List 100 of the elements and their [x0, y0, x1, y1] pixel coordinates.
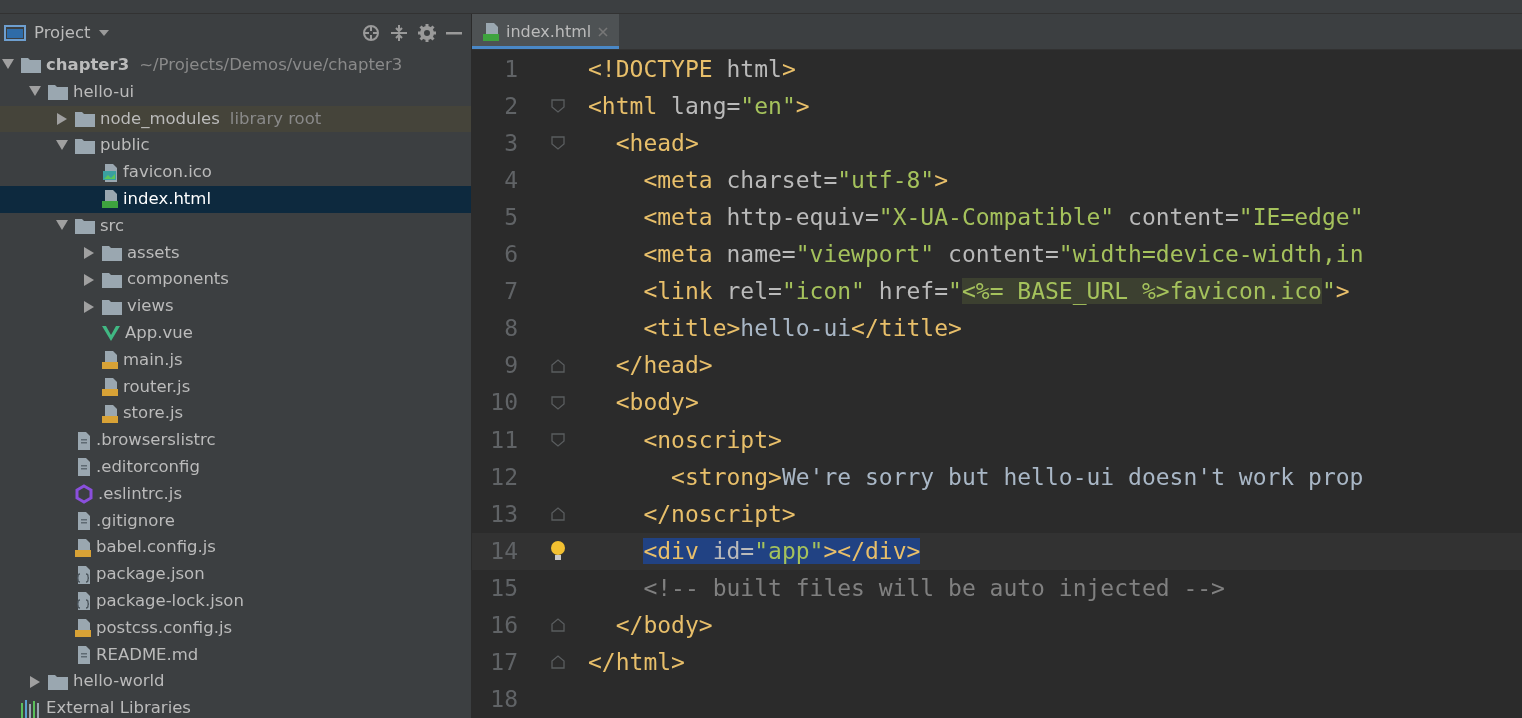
tree-label: components: [127, 268, 229, 291]
tree-label: assets: [127, 241, 180, 264]
tree-label: App.vue: [125, 322, 193, 344]
code-line: </noscript>: [642, 499, 796, 529]
panel-title[interactable]: Project: [34, 20, 91, 46]
folder-icon: [20, 56, 42, 75]
collapsed-arrow-icon: [83, 299, 95, 314]
line-number: 4: [503, 165, 519, 195]
folder-icon: [101, 270, 123, 289]
tree-item[interactable]: hello-ui: [0, 78, 471, 106]
tree-label: store.js: [123, 402, 184, 425]
tree-label: .gitignore: [96, 509, 175, 532]
tree-item[interactable]: package-lock.json: [0, 587, 471, 615]
line-number: 17: [489, 648, 519, 678]
code-line: <meta name="viewport" content="width=device-width,in: [642, 240, 1364, 270]
line-number: 12: [489, 462, 519, 492]
tree-item[interactable]: assets: [0, 239, 471, 267]
settings-icon[interactable]: [417, 23, 437, 43]
tree-item[interactable]: views: [0, 293, 471, 320]
tree-item[interactable]: hello-world: [0, 668, 471, 696]
tree-label: .browserslistrc: [96, 429, 216, 452]
tree-item[interactable]: components: [0, 266, 471, 294]
tree-item[interactable]: index.html: [0, 186, 471, 213]
tree-label: node_modules: [100, 107, 220, 130]
tree-label: postcss.config.js: [96, 616, 233, 639]
tree-label: favicon.ico: [123, 161, 212, 184]
tree-label: public: [100, 134, 150, 157]
tree-item[interactable]: main.js: [0, 346, 471, 374]
tree-hint: library root: [229, 107, 322, 130]
collapse-all-icon[interactable]: [389, 23, 409, 43]
tree-label: External Libraries: [46, 697, 191, 718]
tree-item[interactable]: External Libraries: [0, 695, 471, 718]
tree-item[interactable]: .browserslistrc: [0, 427, 471, 454]
tree-item[interactable]: .editorconfig: [0, 453, 471, 481]
tree-item[interactable]: .gitignore: [0, 507, 471, 535]
fold-marker-icon: [551, 655, 565, 670]
html-file-icon: [482, 21, 500, 42]
js-file-icon: [101, 403, 119, 424]
expanded-arrow-icon: [1, 58, 15, 71]
tree-label: package.json: [96, 563, 205, 586]
code-line: <!-- built files will be auto injected -->: [642, 573, 1225, 603]
code-line: </body>: [614, 611, 713, 640]
tree-item[interactable]: App.vue: [0, 319, 471, 347]
tree-hint: ~/Projects/Demos/vue/chapter3: [139, 54, 403, 76]
collapsed-arrow-icon: [83, 245, 95, 260]
line-number: 5: [503, 203, 519, 232]
expanded-arrow-icon: [55, 138, 69, 151]
line-number: 2: [503, 91, 519, 121]
folder-icon: [74, 217, 96, 236]
code-line: <!DOCTYPE html>: [588, 54, 796, 84]
tree-item[interactable]: store.js: [0, 400, 471, 428]
line-number: 1: [503, 54, 519, 84]
expanded-arrow-icon: [28, 85, 42, 98]
code-line: <link rel="icon" href="<%= BASE_URL %>favicon.ico">: [642, 277, 1350, 307]
line-number: 15: [489, 573, 519, 603]
tree-label: chapter3: [46, 54, 130, 76]
vue-logo-icon: [101, 324, 121, 343]
line-number: 9: [503, 351, 519, 381]
collapsed-arrow-icon: [29, 674, 41, 689]
tree-label: router.js: [123, 375, 191, 398]
tree-label: index.html: [123, 188, 211, 210]
tree-label: hello-world: [73, 670, 165, 693]
tree-item[interactable]: .eslintrc.js: [0, 480, 471, 508]
window-icon: [4, 24, 26, 42]
tree-item[interactable]: postcss.config.js: [0, 614, 471, 642]
js-file-icon: [74, 618, 92, 639]
crosshair-icon[interactable]: [361, 23, 381, 43]
folder-icon: [74, 136, 96, 155]
line-number: 16: [489, 611, 519, 640]
code-line: <body>: [614, 388, 699, 418]
close-icon: [597, 25, 610, 38]
folder-icon: [47, 672, 69, 691]
folder-icon: [101, 297, 123, 316]
code-line: <html lang="en">: [588, 91, 810, 121]
tree-item[interactable]: public: [0, 132, 471, 160]
tree-item[interactable]: chapter3 ~/Projects/Demos/vue/chapter3: [0, 52, 471, 79]
tree-item[interactable]: node_modules library root: [0, 105, 471, 133]
tree-label: hello-ui: [73, 80, 135, 103]
editor-tab[interactable]: index.html: [472, 14, 620, 50]
code-line: <div id="app"></div>: [642, 536, 921, 566]
expanded-arrow-icon: [55, 219, 69, 232]
line-number: 18: [489, 685, 519, 715]
code-line: <meta charset="utf-8">: [642, 165, 949, 195]
tree-item[interactable]: router.js: [0, 373, 471, 401]
line-number: 7: [503, 277, 519, 307]
tree-item[interactable]: favicon.ico: [0, 159, 471, 186]
html-file-icon: [101, 189, 119, 210]
code-line: <strong>We're sorry but hello-ui doesn't work prop: [670, 462, 1364, 492]
tree-item[interactable]: babel.config.js: [0, 534, 471, 562]
tree-item[interactable]: README.md: [0, 641, 471, 669]
lightbulb-icon: [549, 540, 567, 563]
tree-item[interactable]: package.json: [0, 561, 471, 588]
folder-icon: [74, 110, 96, 128]
tree-item[interactable]: src: [0, 212, 471, 240]
line-number: 3: [503, 128, 519, 158]
folder-icon: [47, 83, 69, 102]
line-number: 10: [489, 388, 519, 418]
fold-marker-icon: [551, 618, 565, 633]
code-line: </html>: [588, 648, 685, 678]
folder-icon: [101, 243, 123, 262]
